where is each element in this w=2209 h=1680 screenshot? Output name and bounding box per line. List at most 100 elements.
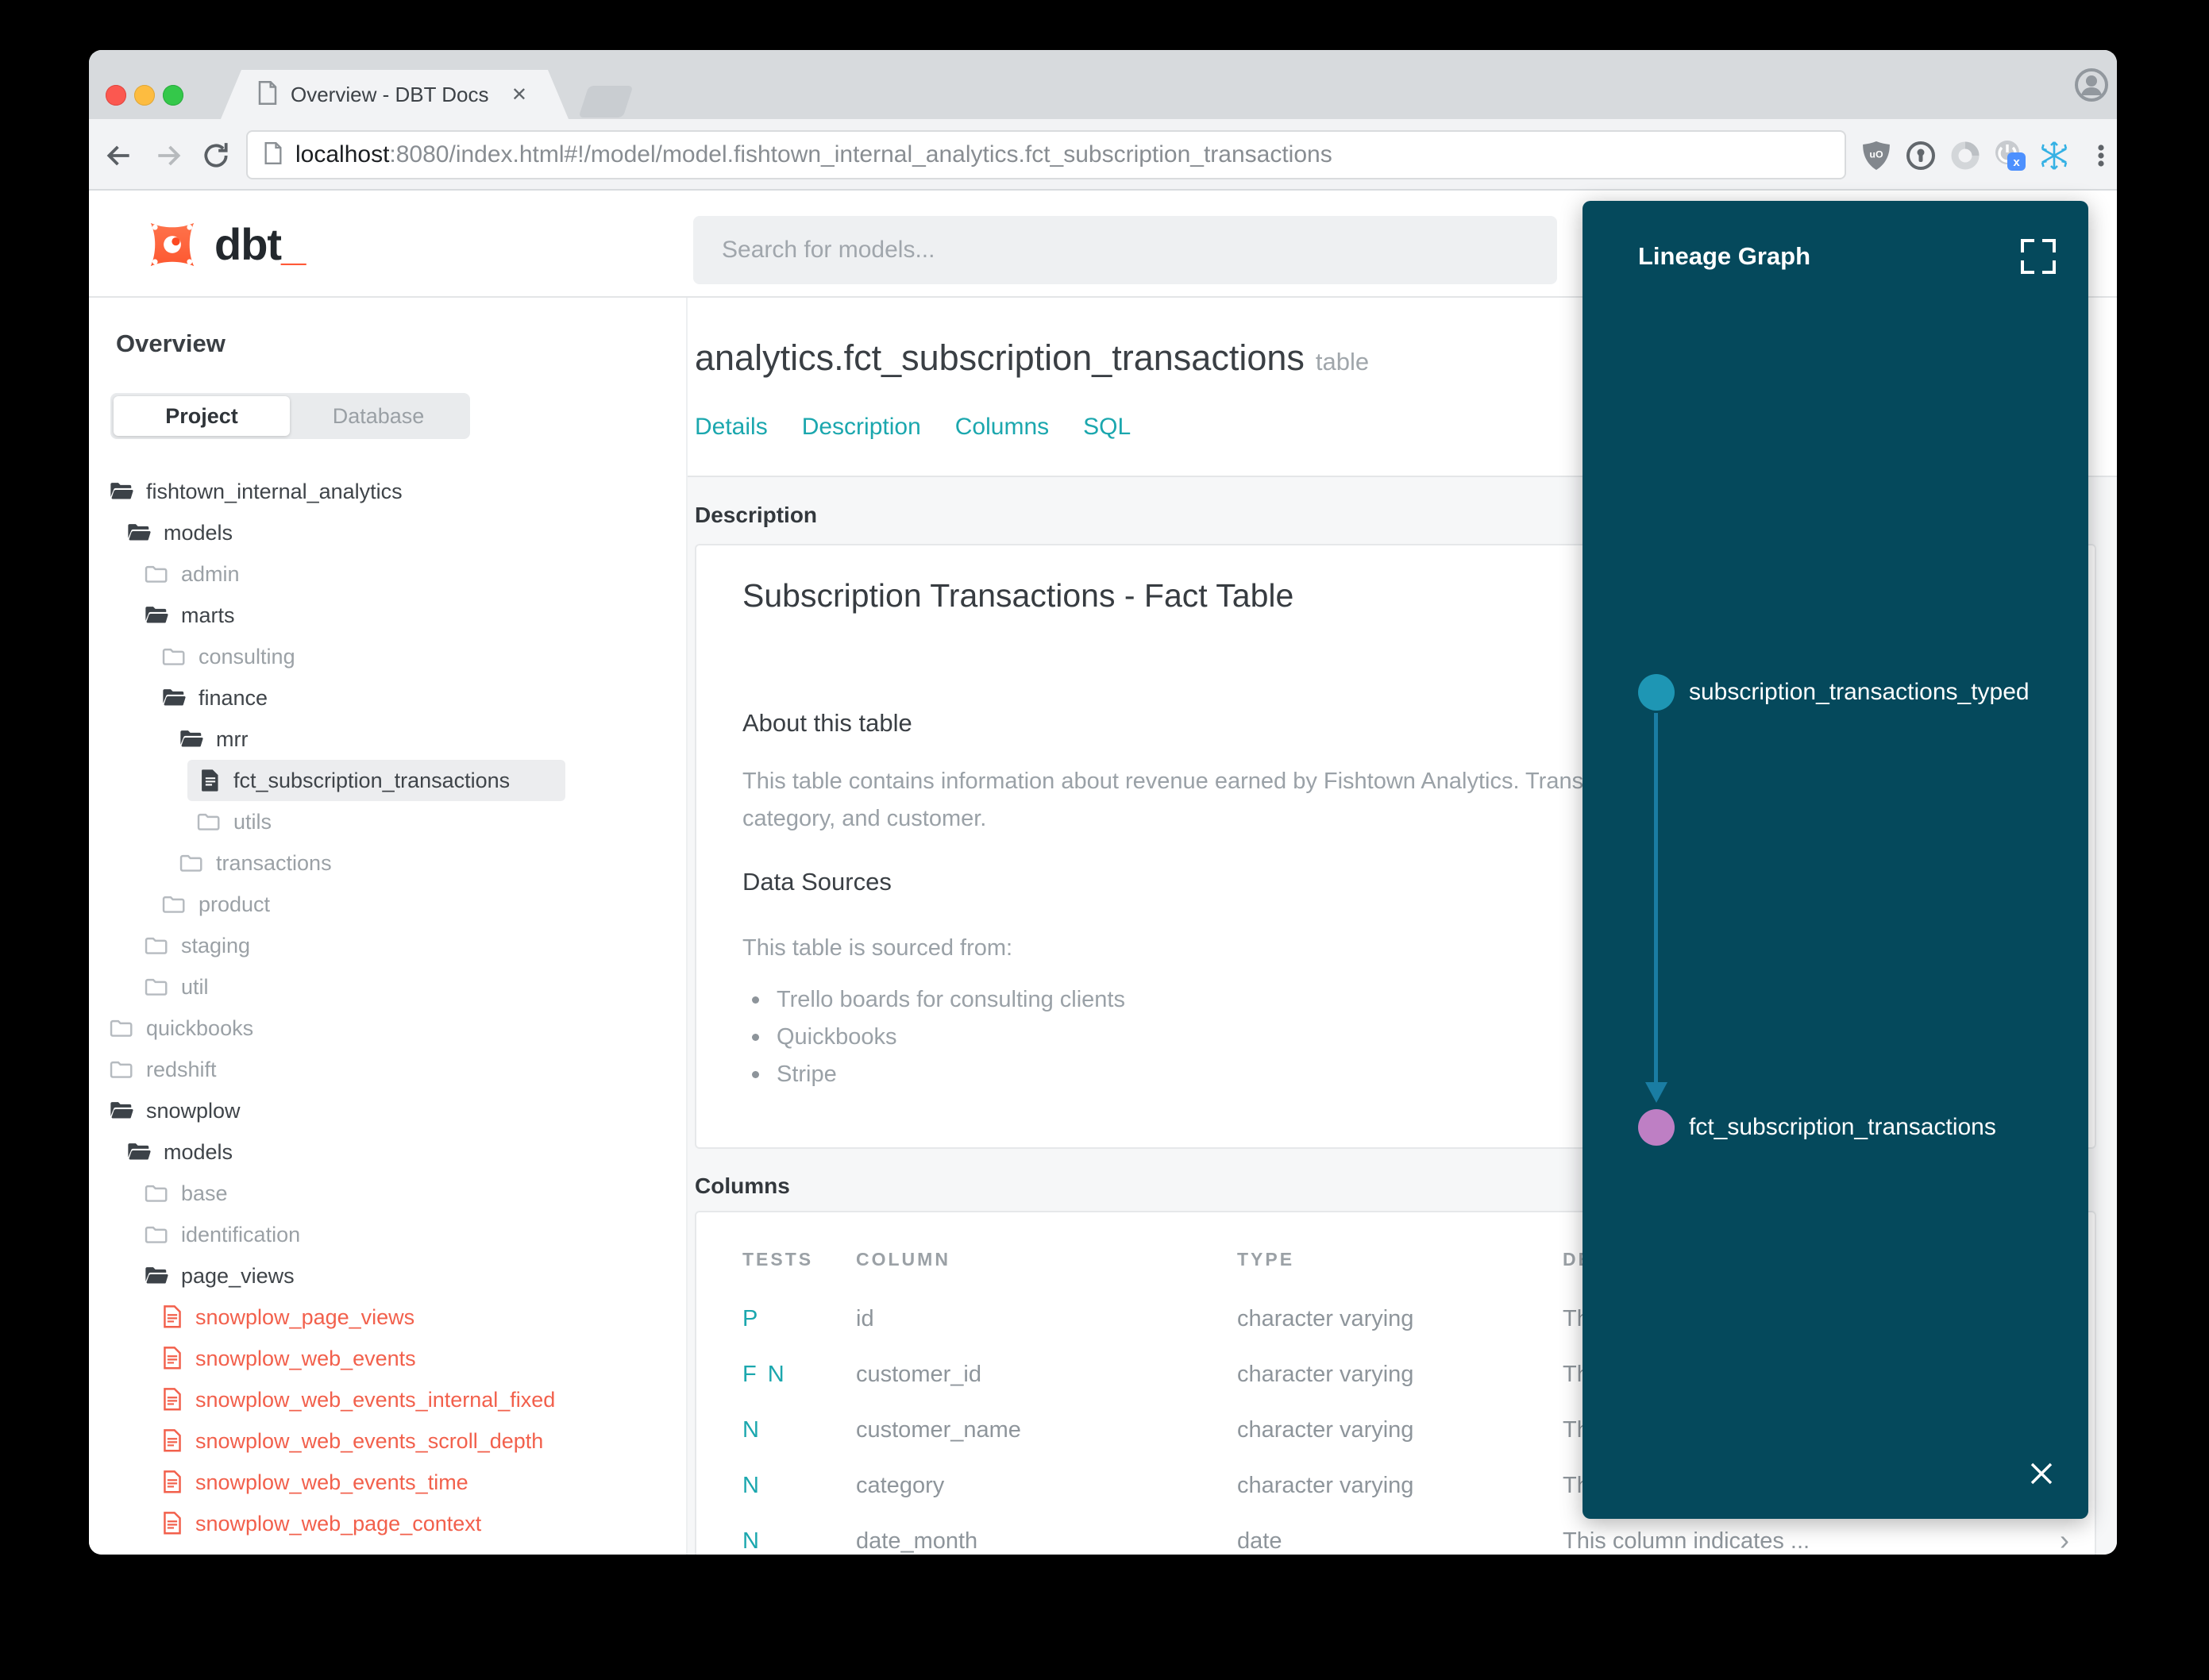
column-row-customer_id[interactable]: FNcustomer_idcharacter varyingThis colum… — [89, 1357, 2069, 1395]
snowflake-icon[interactable] — [2037, 138, 2072, 173]
description-section-label: Description — [695, 503, 818, 527]
column-name: category — [856, 1473, 945, 1498]
about-text-line2: category, and customer. — [742, 806, 987, 831]
column-name: customer_id — [856, 1362, 981, 1387]
column-name: id — [856, 1306, 874, 1331]
nav-description[interactable]: Description — [802, 414, 921, 441]
col-header-tests: TESTS — [742, 1249, 814, 1270]
expand-chevron-icon[interactable]: › — [2060, 1524, 2069, 1555]
sidebar-item-models[interactable]: models — [127, 512, 233, 553]
source-list-item: Quickbooks — [752, 1024, 897, 1050]
doc-heading: Subscription Transactions - Fact Table — [742, 577, 1294, 614]
data-sources-intro: This table is sourced from: — [742, 935, 1013, 961]
sidebar-item-mrr[interactable]: mrr — [179, 719, 248, 760]
lineage-edge — [1654, 713, 1658, 1082]
folder-closed-icon — [110, 1017, 133, 1039]
power-extension-icon[interactable]: x — [1991, 138, 2026, 173]
sidebar-item-util[interactable]: util — [145, 966, 209, 1008]
folder-closed-icon — [145, 563, 168, 585]
col-header-type: TYPE — [1237, 1249, 1295, 1270]
sidebar-item-finance[interactable]: finance — [162, 677, 268, 719]
sidebar-item-models[interactable]: models — [127, 1131, 233, 1173]
sidebar-item-fishtown_internal_analytics[interactable]: fishtown_internal_analytics — [110, 471, 403, 512]
sidebar-item-label: mrr — [216, 726, 249, 751]
sidebar-item-label: fishtown_internal_analytics — [146, 479, 403, 503]
column-name: date_month — [856, 1528, 978, 1554]
data-sources-heading: Data Sources — [742, 868, 892, 896]
column-name: customer_name — [856, 1417, 1021, 1443]
tests-badges: N — [742, 1417, 759, 1443]
folder-open-icon — [110, 1100, 133, 1122]
column-row-id[interactable]: Pidcharacter varyingThis column indicate… — [89, 1301, 2069, 1339]
folder-open-icon — [127, 522, 151, 544]
folder-open-icon — [145, 1265, 168, 1287]
browser-window: Overview - DBT Docs ✕ localhost:8080/ind… — [89, 50, 2117, 1555]
sidebar-item-fct_subscription_transactions[interactable]: fct_subscription_transactions — [187, 760, 565, 801]
model-search — [693, 216, 1557, 284]
sidebar-item-transactions[interactable]: transactions — [179, 842, 332, 884]
fullscreen-icon[interactable] — [2021, 239, 2056, 274]
sidebar-item-snowplow[interactable]: snowplow — [110, 1090, 241, 1131]
sidebar-item-staging[interactable]: staging — [145, 925, 250, 966]
sidebar-item-label: quickbooks — [146, 1015, 254, 1040]
sidebar-item-label: transactions — [216, 850, 332, 875]
bullet-icon — [752, 996, 759, 1004]
nav-sql[interactable]: SQL — [1083, 414, 1131, 441]
ublock-shield-icon[interactable]: uO — [1859, 138, 1894, 173]
source-list-item: Trello boards for consulting clients — [752, 987, 1125, 1013]
sidebar-item-quickbooks[interactable]: quickbooks — [110, 1008, 253, 1049]
tests-badges: P — [742, 1306, 758, 1331]
column-type: character varying — [1237, 1473, 1414, 1498]
loop-extension-icon[interactable] — [1948, 138, 1983, 173]
sidebar-item-redshift[interactable]: redshift — [110, 1049, 217, 1090]
sidebar-item-identification[interactable]: identification — [145, 1214, 300, 1255]
sidebar-item-page_views[interactable]: page_views — [145, 1255, 295, 1297]
search-input[interactable] — [693, 216, 1557, 284]
column-row-date_month[interactable]: Ndate_month date This column indicates ...… — [89, 1524, 2069, 1555]
lineage-title: Lineage Graph — [1638, 242, 1811, 270]
sidebar-item-label: redshift — [146, 1057, 217, 1081]
node-dot — [1638, 1109, 1675, 1146]
column-row-customer_name[interactable]: Ncustomer_namecharacter varyingThis colu… — [89, 1412, 2069, 1451]
sidebar-item-label: admin — [181, 561, 240, 586]
sidebar-item-marts[interactable]: marts — [145, 595, 235, 636]
folder-closed-icon — [145, 934, 168, 957]
folder-open-icon — [110, 480, 133, 503]
sidebar-item-label: models — [164, 1139, 233, 1164]
sidebar-item-utils[interactable]: utils — [197, 801, 272, 842]
tests-badges: N — [742, 1473, 759, 1498]
column-type: character varying — [1237, 1362, 1414, 1387]
svg-text:x: x — [2013, 156, 2020, 169]
column-row-category[interactable]: Ncategorycharacter varyingThis column in… — [89, 1468, 2069, 1506]
folder-open-icon — [179, 728, 203, 750]
page-title: analytics.fct_subscription_transactions t… — [695, 337, 1370, 378]
profile-avatar[interactable] — [2074, 67, 2109, 102]
close-icon[interactable] — [2027, 1459, 2056, 1488]
table-type-badge: table — [1315, 348, 1370, 376]
sidebar-item-consulting[interactable]: consulting — [162, 636, 295, 677]
onepassword-icon[interactable] — [1903, 138, 1938, 173]
nav-columns[interactable]: Columns — [955, 414, 1049, 441]
nav-details[interactable]: Details — [695, 414, 768, 441]
sidebar-item-product[interactable]: product — [162, 884, 270, 925]
sidebar-item-base[interactable]: base — [145, 1173, 228, 1214]
column-type: date — [1237, 1528, 1282, 1554]
lineage-node-upstream[interactable]: subscription_transactions_typed — [1638, 674, 2030, 711]
model-nav: Details Description Columns SQL — [695, 414, 1131, 441]
column-type: character varying — [1237, 1417, 1414, 1443]
bullet-icon — [752, 1071, 759, 1078]
folder-closed-icon — [110, 1058, 133, 1081]
folder-closed-icon — [145, 976, 168, 998]
sidebar-item-label: marts — [181, 603, 235, 627]
browser-menu-icon[interactable] — [2084, 138, 2117, 173]
sidebar-item-label: product — [199, 892, 271, 916]
model-icon — [200, 769, 221, 792]
lineage-node-current[interactable]: fct_subscription_transactions — [1638, 1109, 1996, 1146]
sidebar-item-admin[interactable]: admin — [145, 553, 240, 595]
folder-closed-icon — [145, 1223, 168, 1246]
svg-text:uO: uO — [1869, 148, 1883, 160]
sidebar-item-label: identification — [181, 1222, 301, 1247]
lineage-panel: Lineage Graph subscription_transactions_… — [1583, 201, 2088, 1519]
folder-closed-icon — [197, 811, 221, 833]
source-list-item: Stripe — [752, 1062, 837, 1088]
